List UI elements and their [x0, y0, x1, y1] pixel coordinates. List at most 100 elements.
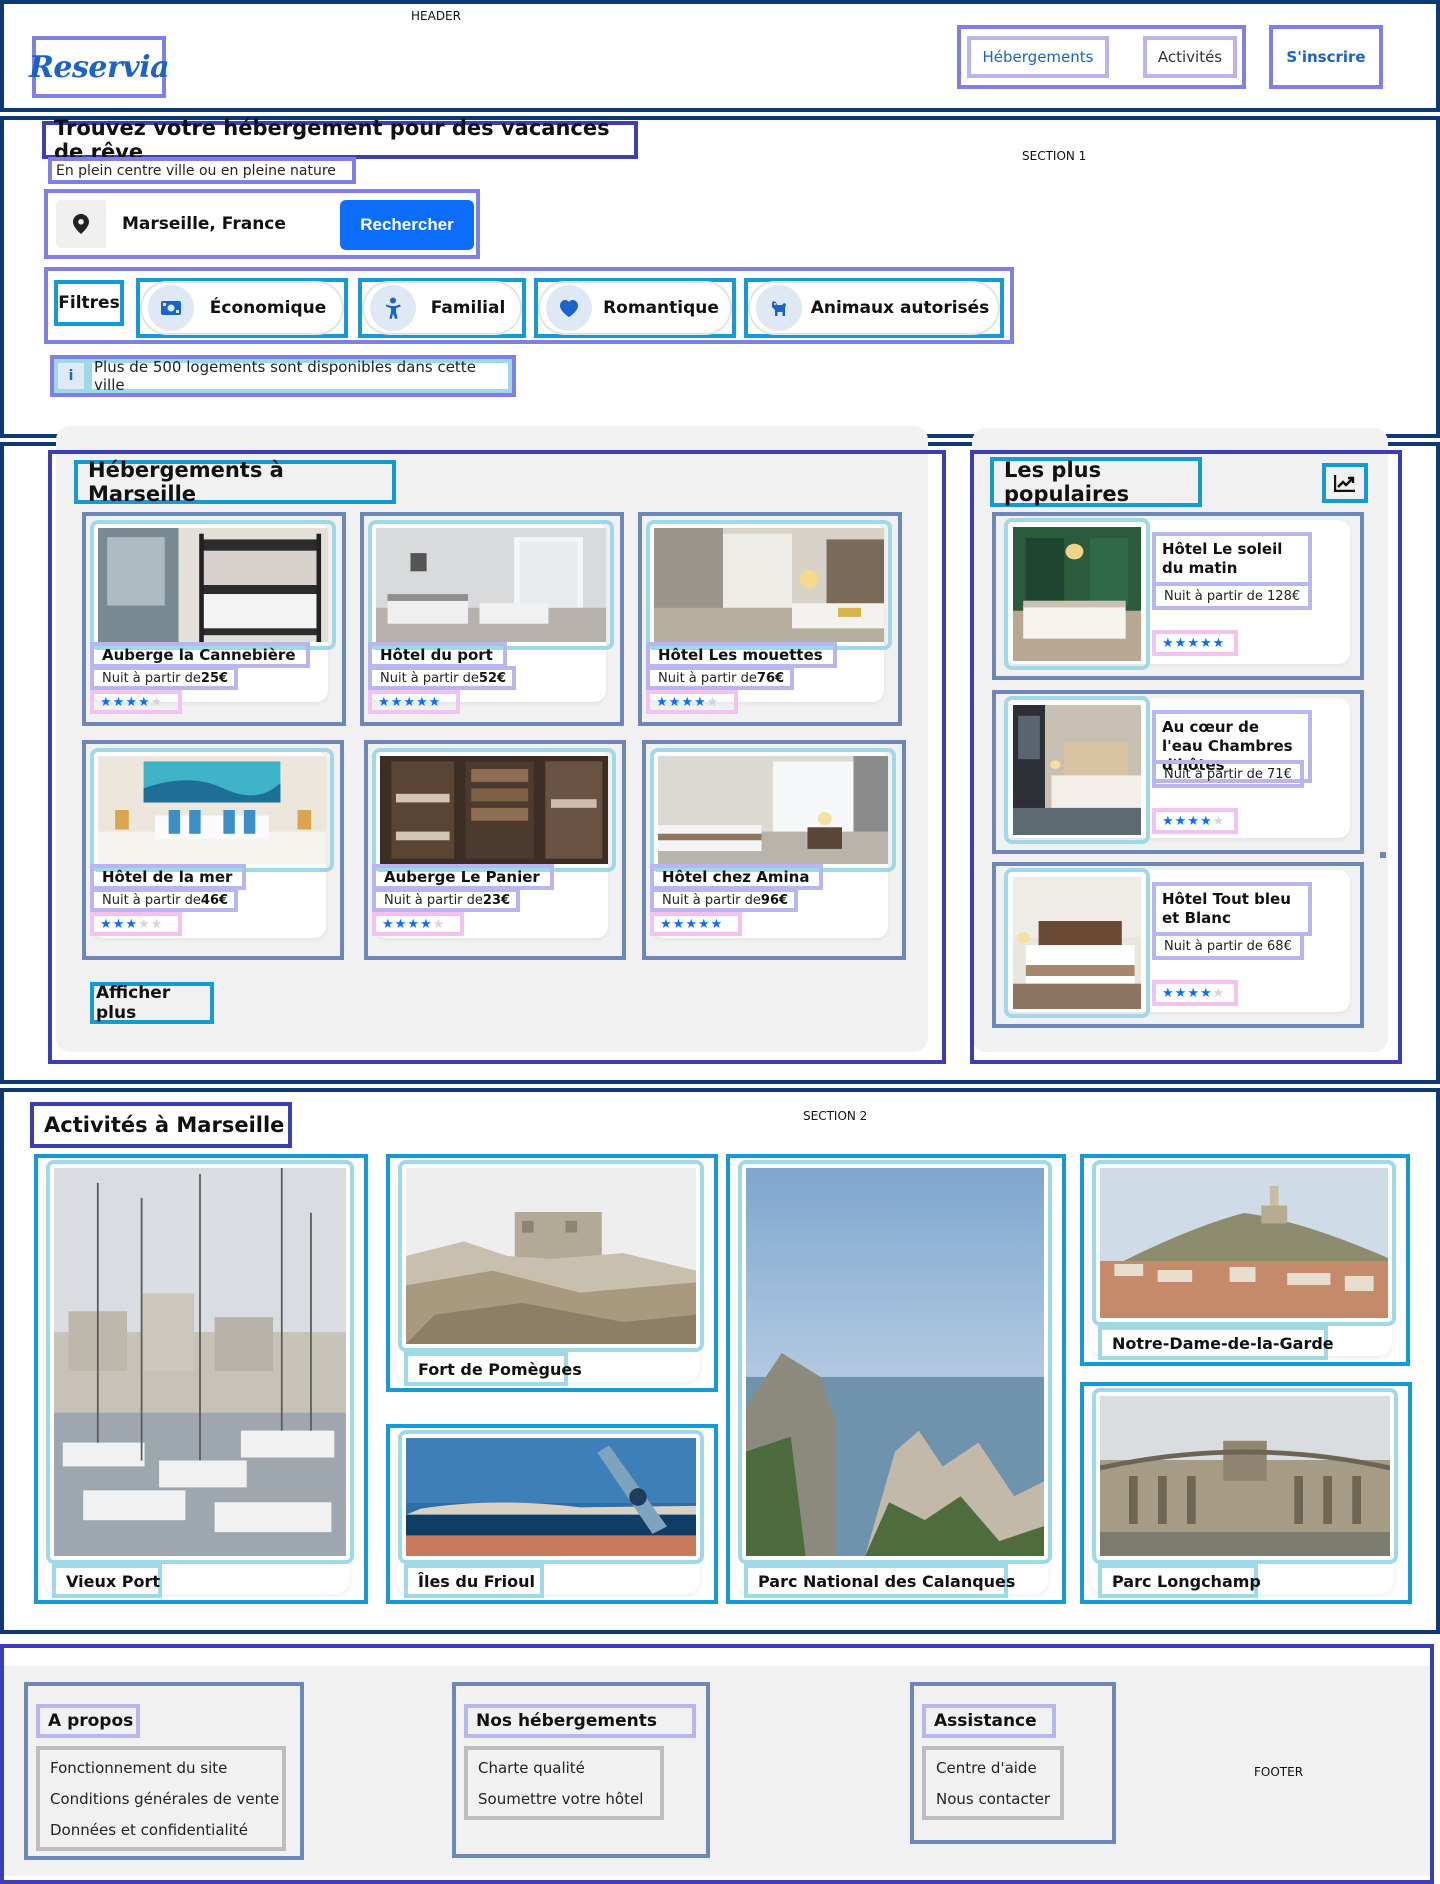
star-rating: ★ ★ ★ ★ ★ [650, 912, 742, 936]
star-filled-icon: ★ [1187, 813, 1199, 829]
footer-link[interactable]: Conditions générales de vente [42, 1783, 279, 1814]
footer-link[interactable]: Centre d'aide [928, 1752, 1037, 1783]
hotel-photo [90, 520, 336, 650]
footer-link[interactable]: Charte qualité [470, 1752, 585, 1783]
section2-wireframe-label: SECTION 2 [803, 1109, 868, 1123]
star-filled-icon: ★ [390, 694, 403, 710]
star-rating: ★ ★ ★ ★ ★ [1152, 980, 1238, 1006]
search-input[interactable]: Marseille, France [122, 200, 332, 248]
signup-button[interactable]: S'inscrire [1269, 25, 1383, 89]
star-filled-icon: ★ [112, 916, 125, 932]
popular-price: Nuit à partir de 128€ [1152, 582, 1313, 610]
filter-pill[interactable]: Familial [364, 283, 520, 333]
activity-name: Notre-Dame-de-la-Garde [1098, 1326, 1334, 1360]
star-filled-icon: ★ [1162, 985, 1174, 1001]
star-filled-icon: ★ [1199, 635, 1212, 651]
star-filled-icon: ★ [1162, 635, 1174, 651]
hotel-name: Hôtel Les mouettes [646, 642, 837, 668]
hotel-name: Hôtel chez Amina [650, 864, 824, 890]
activity-name: Îles du Frioul [404, 1564, 544, 1598]
hotel-price-value: 23€ [482, 892, 511, 908]
star-rating: ★ ★ ★ ★ ★ [368, 690, 460, 714]
star-empty-icon: ★ [1212, 985, 1225, 1001]
activity-name: Parc National des Calanques [744, 1564, 1015, 1598]
footer-link[interactable]: Nous contacter [928, 1783, 1050, 1814]
activities-title: Activités à Marseille [30, 1102, 292, 1148]
star-filled-icon: ★ [112, 694, 125, 710]
star-filled-icon: ★ [693, 694, 706, 710]
star-rating: ★ ★ ★ ★ ★ [372, 912, 464, 936]
star-filled-icon: ★ [1187, 635, 1199, 651]
filter-label: Romantique [603, 298, 719, 318]
hotel-price: Nuit à partir de 52€ [368, 666, 517, 690]
location-pin-icon [56, 200, 106, 248]
logo[interactable]: Reservia [29, 36, 170, 98]
star-filled-icon: ★ [1174, 813, 1187, 829]
popular-name: Hôtel Tout bleu et Blanc [1152, 882, 1312, 936]
money-icon [148, 285, 194, 331]
star-rating: ★ ★ ★ ★ ★ [646, 690, 738, 714]
hotels-title: Hébergements à Marseille [74, 458, 396, 506]
popular-photo [1004, 696, 1150, 844]
activity-name: Parc Longchamp [1098, 1564, 1261, 1598]
star-filled-icon: ★ [1174, 635, 1187, 651]
filter-pill[interactable]: Économique [142, 283, 342, 333]
star-filled-icon: ★ [100, 916, 112, 932]
footer-link[interactable]: Fonctionnement du site [42, 1752, 227, 1783]
filter-pill[interactable]: Animaux autorisés [750, 283, 998, 333]
hotel-photo [90, 748, 334, 872]
filter-label: Familial [430, 298, 506, 318]
star-rating: ★ ★ ★ ★ ★ [1152, 808, 1238, 834]
hotel-price-value: 46€ [200, 892, 229, 908]
info-icon: i [54, 359, 88, 393]
popular-photo [1004, 518, 1150, 670]
star-rating: ★ ★ ★ ★ ★ [90, 912, 182, 936]
filters-label: Filtres [54, 280, 124, 326]
page-title: Trouvez votre hébergement pour des vacan… [42, 116, 638, 164]
star-filled-icon: ★ [428, 694, 441, 710]
star-filled-icon: ★ [378, 694, 390, 710]
star-rating: ★ ★ ★ ★ ★ [90, 690, 182, 714]
activity-name: Fort de Pomègues [404, 1352, 582, 1386]
star-filled-icon: ★ [394, 916, 407, 932]
hotel-price-value: 96€ [760, 892, 789, 908]
star-filled-icon: ★ [100, 694, 112, 710]
popular-price: Nuit à partir de 68€ [1152, 932, 1304, 960]
footer-column-title: Nos hébergements [464, 1704, 696, 1738]
star-filled-icon: ★ [685, 916, 697, 932]
star-filled-icon: ★ [1199, 813, 1212, 829]
hotel-name: Auberge Le Panier [372, 864, 554, 890]
hotel-price: Nuit à partir de 23€ [372, 888, 521, 912]
star-filled-icon: ★ [382, 916, 394, 932]
star-filled-icon: ★ [681, 694, 693, 710]
filter-label: Animaux autorisés [810, 298, 990, 318]
hotel-name: Hôtel de la mer [90, 864, 247, 890]
activity-photo [1092, 1160, 1396, 1326]
show-more-button[interactable]: Afficher plus [90, 982, 214, 1024]
nav-link-hebergements[interactable]: Hébergements [967, 36, 1109, 78]
search-button[interactable]: Rechercher [340, 200, 474, 250]
trend-icon[interactable] [1322, 463, 1368, 503]
star-empty-icon: ★ [137, 916, 150, 932]
header-wireframe-label: HEADER [411, 9, 461, 23]
star-filled-icon: ★ [419, 916, 432, 932]
footer-link[interactable]: Données et confidentialité [42, 1814, 248, 1845]
filter-label: Économique [209, 298, 327, 318]
dog-icon [756, 285, 802, 331]
activity-photo [738, 1160, 1052, 1564]
nav-link-activites[interactable]: Activités [1143, 36, 1237, 78]
footer-link[interactable]: Soumettre votre hôtel [470, 1783, 643, 1814]
star-empty-icon: ★ [150, 916, 163, 932]
hotel-price: Nuit à partir de 25€ [90, 666, 239, 690]
star-empty-icon: ★ [706, 694, 719, 710]
star-filled-icon: ★ [125, 916, 137, 932]
activity-name: Vieux Port [52, 1564, 162, 1598]
filter-pill[interactable]: Romantique [540, 283, 730, 333]
hotel-photo [368, 520, 614, 650]
hero-subtitle: En plein centre ville ou en pleine natur… [48, 157, 356, 184]
star-filled-icon: ★ [710, 916, 723, 932]
footer-column-title: Assistance [922, 1704, 1056, 1738]
activity-photo [1092, 1388, 1398, 1564]
star-filled-icon: ★ [407, 916, 419, 932]
star-filled-icon: ★ [668, 694, 681, 710]
